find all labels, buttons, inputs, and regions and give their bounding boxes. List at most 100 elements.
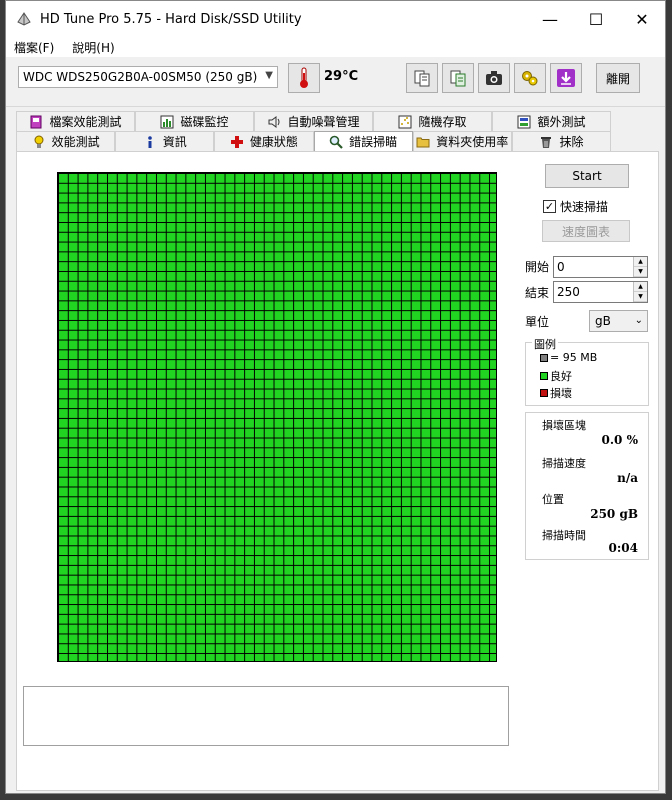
elapsed-time-value: 0:04: [608, 541, 638, 555]
menu-help[interactable]: 說明(H): [72, 39, 114, 56]
magnifier-icon: [329, 135, 343, 149]
tab-label: 自動噪聲管理: [287, 115, 360, 129]
tab-label: 隨機存取: [418, 115, 467, 129]
camera-icon: [486, 71, 502, 85]
temperature-readout: 29°C: [324, 69, 359, 84]
end-input[interactable]: 250 ▲ ▼: [553, 281, 648, 303]
folder-icon: [416, 137, 430, 147]
copy-all-icon: [450, 70, 466, 87]
gears-icon: [522, 71, 538, 86]
app-window: HD Tune Pro 5.75 - Hard Disk/SSD Utility…: [5, 0, 666, 794]
legend-block-size-label: = 95 MB: [550, 351, 598, 364]
tab-label: 效能測試: [51, 135, 100, 149]
temperature-button[interactable]: [288, 63, 320, 93]
copy-info-button[interactable]: [406, 63, 438, 93]
thermometer-icon: [300, 67, 308, 88]
copy-all-button[interactable]: [442, 63, 474, 93]
maximize-button[interactable]: ☐: [573, 1, 619, 37]
options-button[interactable]: [514, 63, 546, 93]
unit-select-value: gB: [595, 314, 611, 328]
tab-label: 資料夾使用率: [436, 135, 509, 149]
damaged-swatch: [540, 389, 548, 397]
tabs-row-2: 效能測試 資訊 健康狀態 錯誤掃瞄 資料夾使用率 抹除: [16, 131, 612, 151]
chevron-down-icon: ⌄: [634, 315, 643, 326]
download-arrow-icon: [557, 69, 575, 87]
copy-document-icon: [414, 70, 430, 87]
legend-box: 圖例 = 95 MB 良好 損壞: [525, 336, 649, 406]
close-button[interactable]: ✕: [619, 1, 665, 37]
window-title: HD Tune Pro 5.75 - Hard Disk/SSD Utility: [40, 11, 302, 27]
damaged-blocks-value: 0.0 %: [601, 433, 638, 447]
tab-disk-monitor[interactable]: 磁碟監控: [135, 111, 254, 131]
legend-good: 良好: [540, 368, 572, 384]
save-button[interactable]: [550, 63, 582, 93]
tab-file-benchmark[interactable]: 檔案效能測試: [16, 111, 135, 131]
end-field-label: 結束: [525, 286, 550, 300]
tab-extra-tests[interactable]: 額外測試: [492, 111, 611, 131]
hdtune-logo-icon: [17, 12, 31, 26]
unit-select[interactable]: gB ⌄: [589, 310, 648, 332]
tab-label: 抹除: [559, 135, 584, 149]
menu-bar: 檔案(F) 說明(H): [6, 37, 665, 57]
tab-error-scan[interactable]: 錯誤掃瞄: [313, 131, 413, 151]
end-input-value: 250: [557, 285, 580, 299]
scan-stats-box: 損壞區塊 0.0 % 掃描速度 n/a 位置 250 gB 掃描時間 0:04: [525, 412, 649, 560]
tab-label: 額外測試: [537, 115, 586, 129]
spin-up-icon[interactable]: ▲: [634, 257, 647, 267]
quick-scan-option[interactable]: ✓ 快速掃描: [543, 198, 608, 215]
legend-damaged-label: 損壞: [550, 387, 572, 400]
scan-speed-value: n/a: [617, 471, 638, 485]
chevron-down-icon: ▼: [265, 70, 273, 81]
toolbar: WDC WDS250G2B0A-00SM50 (250 gB) ▼ 29°C 離…: [6, 57, 665, 107]
menu-file[interactable]: 檔案(F): [14, 39, 54, 56]
tab-random-access[interactable]: 隨機存取: [373, 111, 492, 131]
benchmark-icon: [34, 135, 44, 148]
tab-info[interactable]: 資訊: [115, 131, 215, 151]
legend-good-label: 良好: [550, 370, 572, 383]
start-button[interactable]: Start: [545, 164, 629, 188]
spin-down-icon[interactable]: ▼: [634, 267, 647, 277]
tab-erase[interactable]: 抹除: [511, 131, 612, 151]
quick-scan-label: 快速掃描: [560, 200, 609, 214]
info-icon: [147, 135, 152, 148]
scan-log-box[interactable]: [23, 686, 509, 746]
unit-label: 單位: [525, 315, 550, 329]
spin-up-icon[interactable]: ▲: [634, 282, 647, 292]
tab-health[interactable]: 健康狀態: [214, 131, 314, 151]
tab-label: 檔案效能測試: [49, 115, 122, 129]
end-spinner[interactable]: ▲ ▼: [633, 282, 647, 302]
speaker-icon: [268, 115, 280, 128]
random-access-icon: [398, 115, 412, 128]
position-label: 位置: [542, 493, 564, 506]
minimize-button[interactable]: —: [527, 1, 573, 37]
file-benchmark-icon: [30, 115, 42, 128]
start-spinner[interactable]: ▲ ▼: [633, 257, 647, 277]
tab-folder-usage[interactable]: 資料夾使用率: [412, 131, 512, 151]
damaged-blocks-label: 損壞區塊: [542, 419, 586, 432]
error-scan-panel: Start ✓ 快速掃描 速度圖表 開始 0 ▲ ▼ 結束 250 ▲ ▼ 單位 g…: [16, 151, 659, 791]
good-swatch: [540, 372, 548, 380]
tab-label: 磁碟監控: [180, 115, 229, 129]
tab-label: 健康狀態: [249, 135, 298, 149]
tab-label: 資訊: [162, 135, 187, 149]
tab-benchmark[interactable]: 效能測試: [16, 131, 116, 151]
extra-tests-icon: [517, 115, 531, 128]
drive-select[interactable]: WDC WDS250G2B0A-00SM50 (250 gB) ▼: [18, 66, 278, 88]
spin-down-icon[interactable]: ▼: [634, 292, 647, 302]
screenshot-button[interactable]: [478, 63, 510, 93]
health-icon: [230, 135, 243, 148]
tabs-row-1: 檔案效能測試 磁碟監控 自動噪聲管理 隨機存取 額外測試: [16, 111, 611, 131]
scan-block-grid: [57, 172, 497, 662]
legend-damaged: 損壞: [540, 385, 572, 401]
disk-monitor-icon: [160, 115, 174, 128]
tab-label: 錯誤掃瞄: [349, 135, 398, 149]
speed-map-button[interactable]: 速度圖表: [542, 220, 630, 242]
legend-block-size: = 95 MB: [540, 351, 597, 364]
start-input-value: 0: [557, 260, 565, 274]
tab-aam[interactable]: 自動噪聲管理: [254, 111, 373, 131]
quick-scan-checkbox[interactable]: ✓: [543, 200, 556, 213]
exit-button[interactable]: 離開: [596, 63, 640, 93]
start-input[interactable]: 0 ▲ ▼: [553, 256, 648, 278]
title-bar: HD Tune Pro 5.75 - Hard Disk/SSD Utility…: [6, 1, 665, 37]
drive-select-value: WDC WDS250G2B0A-00SM50 (250 gB): [23, 70, 258, 84]
